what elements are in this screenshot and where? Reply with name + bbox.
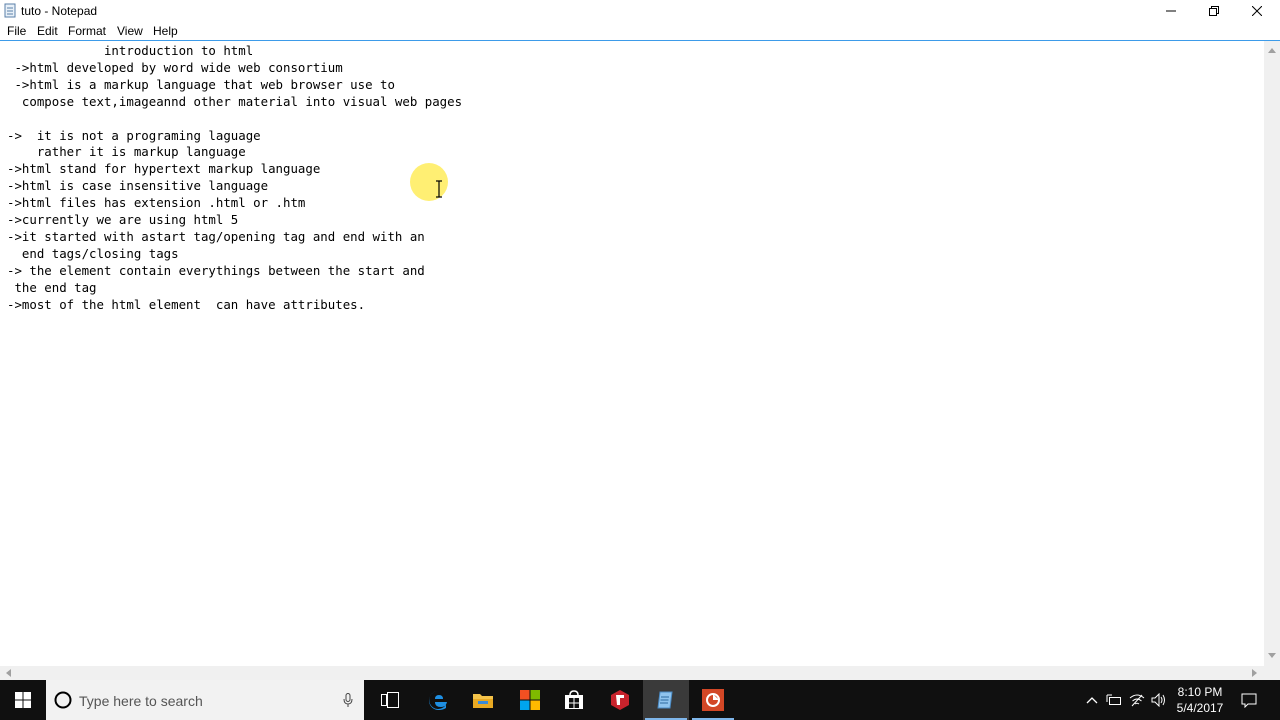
powerpoint-icon: [702, 689, 724, 711]
office-button[interactable]: [507, 680, 553, 720]
text-editor[interactable]: introduction to html ->html developed by…: [0, 41, 1264, 666]
red-app-button[interactable]: [597, 680, 643, 720]
notepad-window: tuto - Notepad File Edit Format View Hel…: [0, 0, 1280, 680]
office-icon: [520, 690, 540, 710]
text-cursor-icon: [436, 180, 442, 198]
menu-help[interactable]: Help: [152, 24, 179, 38]
menu-file[interactable]: File: [6, 24, 27, 38]
search-placeholder[interactable]: Type here to search: [79, 693, 203, 709]
task-view-button[interactable]: [367, 680, 413, 720]
red-app-icon: [611, 690, 629, 710]
taskbar: Type here to search 8:10 PM 5/4/2017: [0, 680, 1280, 720]
menu-bar: File Edit Format View Help: [0, 22, 1280, 41]
action-center-icon: [1241, 693, 1257, 708]
file-explorer-button[interactable]: [460, 680, 506, 720]
battery-icon: [1106, 694, 1121, 705]
minimize-button[interactable]: [1148, 0, 1194, 22]
scroll-right-icon[interactable]: [1252, 669, 1258, 677]
window-title: tuto - Notepad: [21, 4, 98, 18]
wifi-icon: [1129, 694, 1145, 707]
microphone-icon[interactable]: [343, 693, 353, 708]
store-icon: [565, 690, 583, 709]
start-button[interactable]: [0, 680, 46, 720]
clock-date: 5/4/2017: [1176, 701, 1224, 715]
menu-view[interactable]: View: [116, 24, 144, 38]
clock-time: 8:10 PM: [1177, 685, 1223, 699]
action-center-button[interactable]: [1241, 692, 1257, 708]
close-button[interactable]: [1234, 0, 1280, 22]
windows-start-icon: [15, 692, 31, 708]
scroll-up-icon[interactable]: [1268, 47, 1276, 53]
cortana-circle-icon: [54, 691, 72, 709]
close-icon: [1252, 6, 1262, 16]
scroll-down-icon[interactable]: [1268, 653, 1276, 659]
title-bar[interactable]: tuto - Notepad: [0, 0, 1280, 22]
horizontal-scrollbar[interactable]: [0, 666, 1264, 680]
notepad-icon: [657, 691, 673, 709]
store-button[interactable]: [551, 680, 597, 720]
menu-format[interactable]: Format: [67, 24, 107, 38]
show-hidden-icons-button[interactable]: [1084, 692, 1100, 708]
editor-text-content[interactable]: introduction to html ->html developed by…: [7, 43, 462, 314]
notepad-app-icon[interactable]: [4, 3, 16, 18]
notepad-taskbar-button[interactable]: [643, 680, 689, 720]
system-clock[interactable]: 8:10 PM 5/4/2017: [1168, 684, 1232, 716]
volume-icon: [1151, 693, 1165, 707]
battery-button[interactable]: [1106, 692, 1122, 708]
task-view-icon: [381, 692, 399, 708]
restore-button[interactable]: [1191, 0, 1237, 22]
chevron-up-icon: [1086, 697, 1098, 704]
menu-edit[interactable]: Edit: [36, 24, 59, 38]
network-button[interactable]: [1129, 692, 1145, 708]
powerpoint-taskbar-button[interactable]: [690, 680, 736, 720]
file-explorer-icon: [473, 694, 493, 708]
edge-button[interactable]: [415, 680, 461, 720]
volume-button[interactable]: [1151, 692, 1167, 708]
search-box[interactable]: Type here to search: [46, 680, 364, 720]
scrollbar-corner: [1264, 666, 1280, 680]
restore-icon: [1209, 6, 1219, 16]
edge-icon: [428, 691, 447, 711]
minimize-icon: [1166, 10, 1176, 12]
vertical-scrollbar[interactable]: [1264, 41, 1280, 666]
scroll-left-icon[interactable]: [5, 669, 11, 677]
